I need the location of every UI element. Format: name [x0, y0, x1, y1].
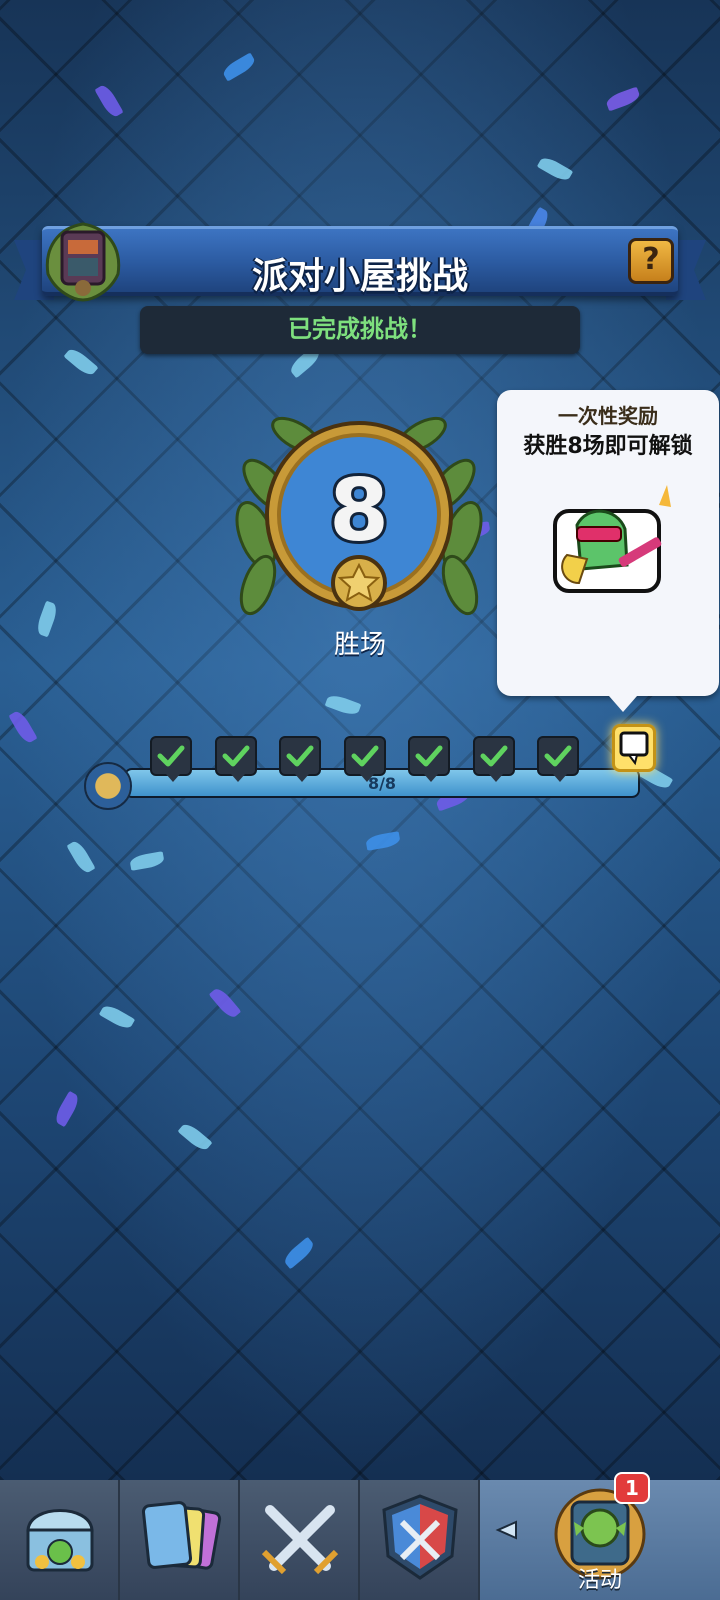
final-reward-chat-icon[interactable] — [612, 724, 656, 772]
checkmark-icon — [351, 745, 378, 767]
cards-icon — [141, 1501, 222, 1570]
crossed-swords-icon — [261, 1505, 339, 1575]
completed-status: 已完成挑战！ — [140, 306, 580, 354]
banner-body: 派对小屋挑战 — [42, 226, 678, 297]
tab-cards[interactable] — [120, 1480, 240, 1600]
tab-events[interactable]: 1 活动 — [480, 1472, 720, 1600]
page-title: 派对小屋挑战 — [251, 256, 468, 297]
chest-shop-icon — [26, 1509, 94, 1572]
checkmark-icon — [157, 745, 185, 767]
milestone-check — [343, 736, 386, 782]
checkmark-icon — [222, 745, 249, 767]
tab-events-label: 活动 — [577, 1568, 622, 1593]
wins-count: 8 — [329, 461, 389, 561]
star-start-icon — [84, 762, 132, 810]
milestone-check — [472, 736, 515, 782]
chevron-left-icon — [495, 1520, 517, 1540]
challenge-banner: 派对小屋挑战 ? — [14, 222, 706, 308]
party-hut-badge-icon — [45, 222, 121, 302]
tab-clan[interactable] — [360, 1480, 480, 1600]
milestone-check — [408, 736, 450, 782]
tab-shop[interactable] — [0, 1480, 120, 1600]
notification-badge: 1 — [614, 1472, 650, 1504]
help-button[interactable]: ? — [628, 238, 674, 284]
checkmark-icon — [286, 745, 314, 767]
tab-battle[interactable] — [240, 1480, 360, 1600]
checkmark-icon — [544, 745, 572, 767]
milestone-check — [150, 736, 192, 782]
goblin-emote-icon — [553, 485, 671, 593]
bottom-nav: 1 活动 — [0, 1472, 720, 1600]
reward-tooltip: 一次性奖励 获胜8场即可解锁 — [497, 390, 719, 712]
milestone-check — [214, 736, 257, 782]
progress-track: 8/8 — [84, 724, 684, 812]
reward-unlock-text: 获胜8场即可解锁 — [523, 434, 693, 459]
milestone-check — [537, 736, 579, 782]
milestone-check — [279, 736, 321, 782]
checkmark-icon — [480, 745, 507, 767]
reward-title: 一次性奖励 — [558, 404, 658, 428]
clan-shield-icon — [382, 1494, 458, 1580]
goblin-events-icon — [580, 1508, 620, 1548]
wins-label: 胜场 — [333, 630, 386, 660]
checkmark-icon — [415, 745, 443, 767]
